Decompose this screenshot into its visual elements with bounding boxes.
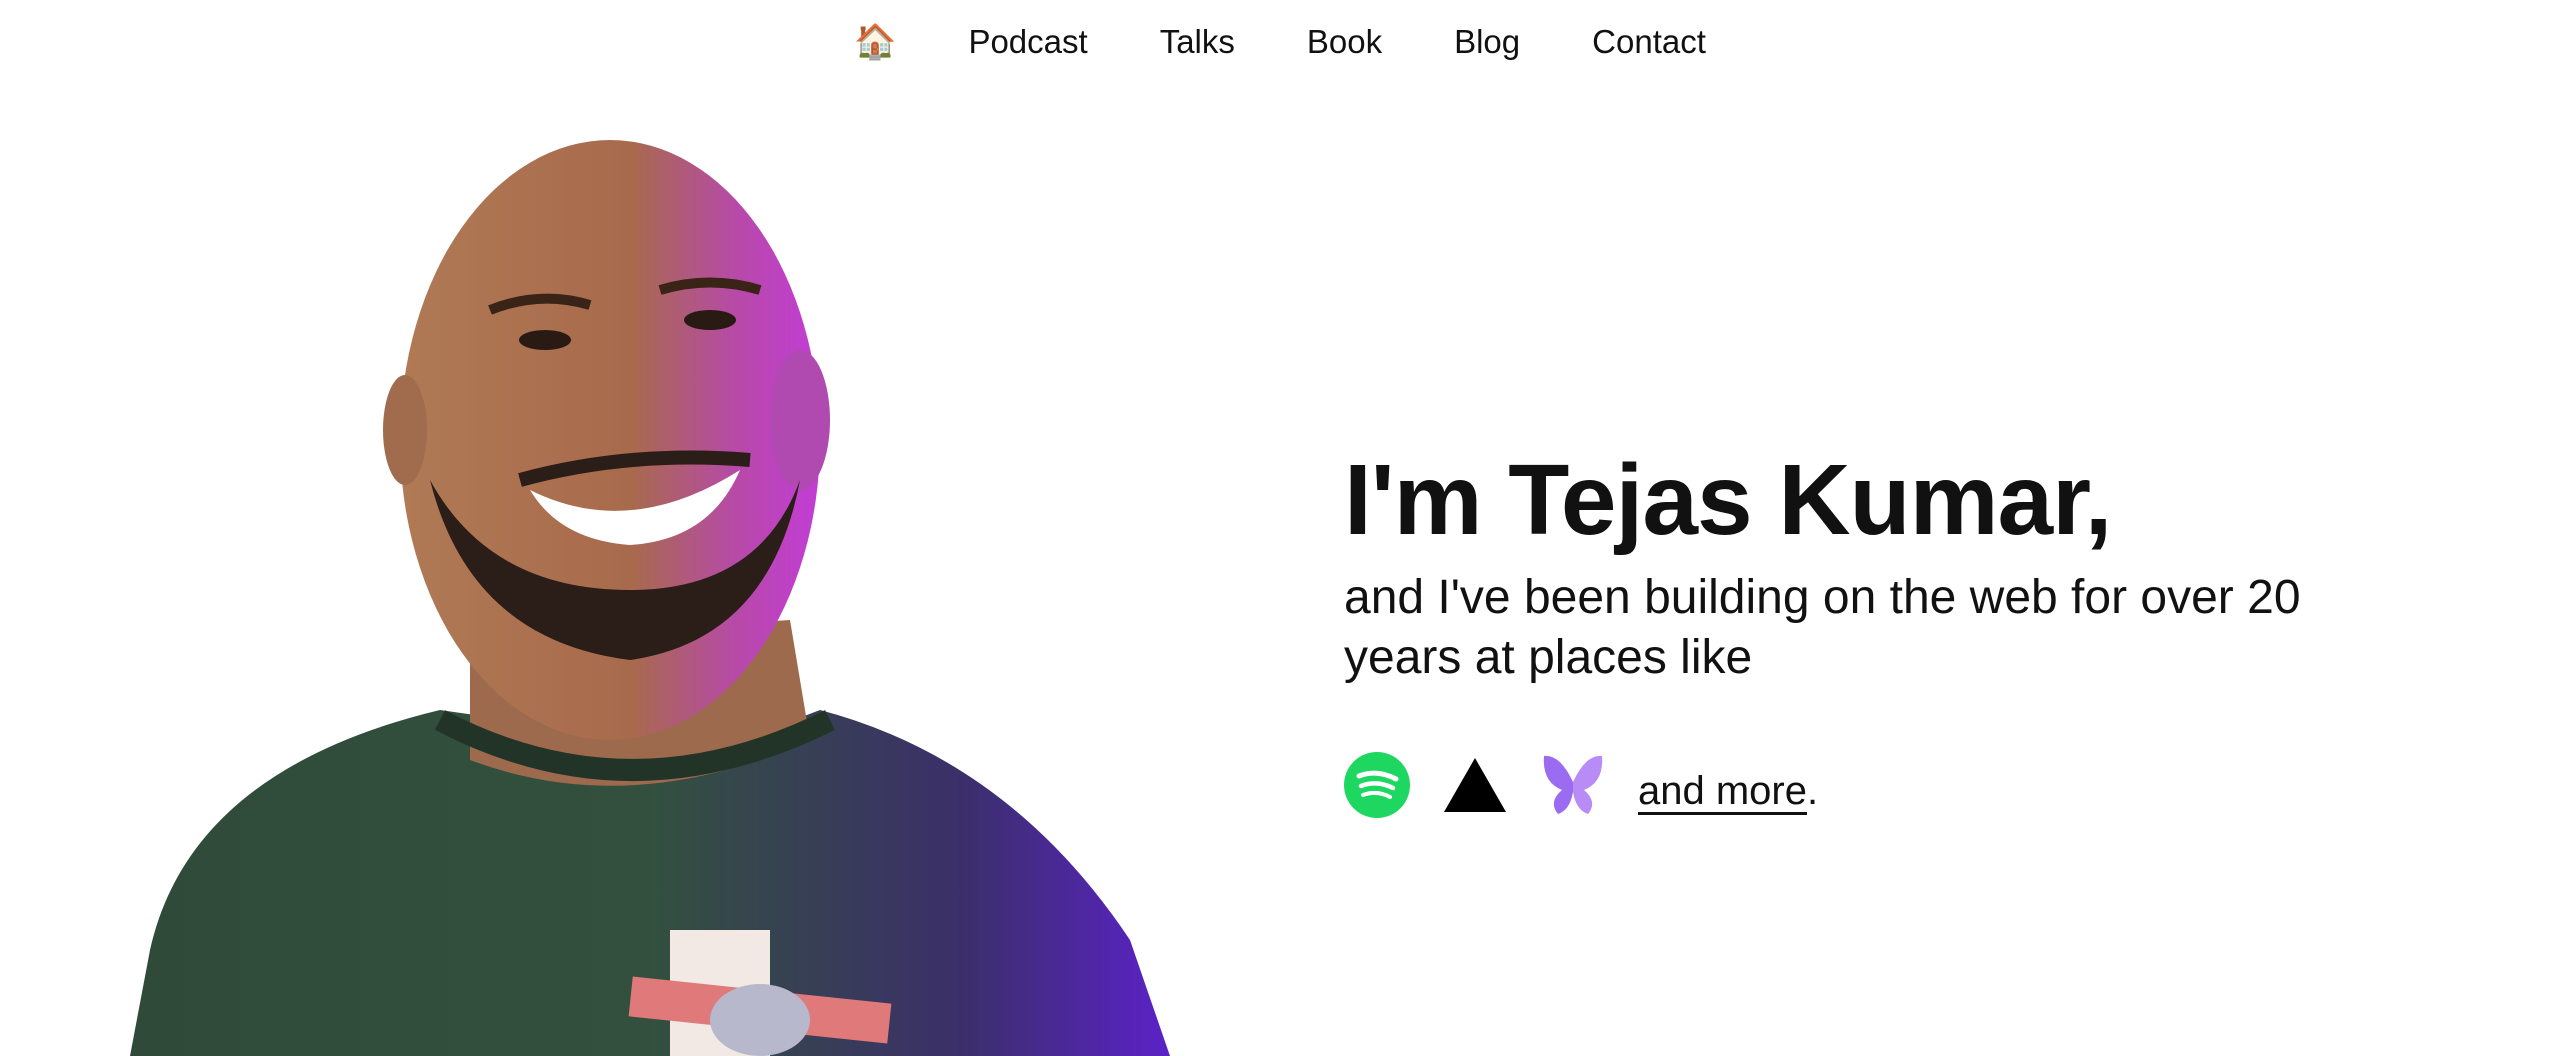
spotify-logo-icon[interactable] [1344, 752, 1410, 818]
hero-section: I'm Tejas Kumar, and I've been building … [1344, 440, 2344, 818]
butterfly-logo-icon[interactable] [1540, 752, 1606, 818]
nav-list: 🏠 Podcast Talks Book Blog Contact [818, 0, 1742, 84]
portrait-illustration [130, 140, 1170, 1056]
nav-item-podcast[interactable]: Podcast [932, 0, 1123, 84]
nav-item-book[interactable]: Book [1271, 0, 1418, 84]
nav-item-talks[interactable]: Talks [1124, 0, 1271, 84]
hero-subtitle: and I've been building on the web for ov… [1344, 571, 2301, 684]
nav-item-blog[interactable]: Blog [1418, 0, 1556, 84]
vercel-logo-icon[interactable] [1442, 752, 1508, 818]
portrait-photo [110, 120, 1190, 1056]
top-navigation: 🏠 Podcast Talks Book Blog Contact [0, 0, 2560, 84]
more-suffix: . [1806, 768, 1819, 813]
company-logos: and more. [1344, 752, 2344, 818]
home-icon[interactable]: 🏠 [818, 0, 932, 84]
hero-title: I'm Tejas Kumar, [1344, 444, 2112, 556]
nav-item-contact[interactable]: Contact [1556, 0, 1742, 84]
and-more-link[interactable]: and more [1638, 769, 1807, 813]
more-text: and more. [1638, 757, 1818, 814]
